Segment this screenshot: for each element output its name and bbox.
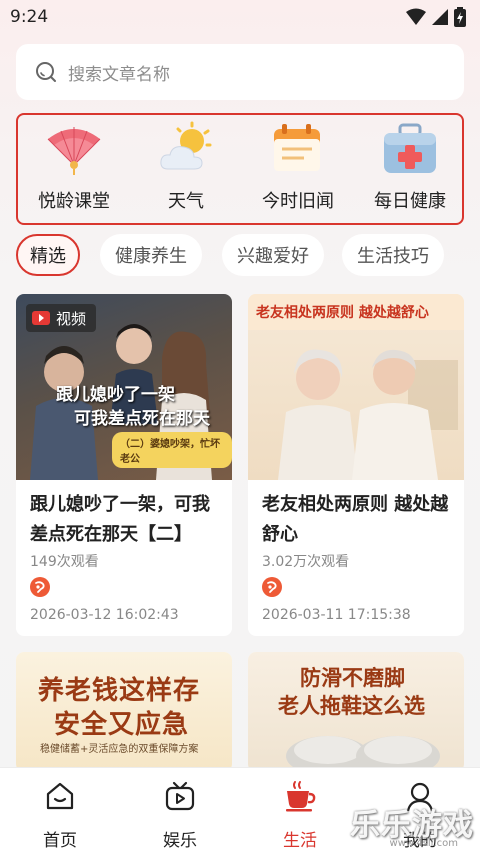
video-badge-label: 视频 (56, 309, 87, 328)
article-view-count: 3.02万次观看 (262, 554, 350, 570)
quick-entry-label: 今时旧闻 (262, 191, 334, 212)
quick-entry-daily-health[interactable]: 每日健康 (354, 115, 466, 223)
search-placeholder: 搜索文章名称 (68, 64, 170, 85)
tv-icon (165, 781, 195, 811)
tab-featured[interactable]: 精选 (16, 234, 80, 276)
article-card[interactable]: 养老钱这样存 安全又应急 稳健储蓄+灵活应急的双重保障方案 (16, 652, 232, 772)
tab-life-tips[interactable]: 生活技巧 (342, 234, 444, 276)
watermark-url: www.4sll.com (389, 838, 458, 849)
quick-entry-panel: 悦龄课堂 天气 今时旧闻 每日健康 (16, 113, 464, 225)
thumbnail-slippers-illustration (286, 736, 440, 772)
search-input[interactable]: 搜索文章名称 (16, 44, 464, 100)
article-thumbnail: 视频 跟儿媳吵了一架 可我差点死在那天 （二）婆媳吵架，忙坏老公 (16, 294, 232, 480)
quick-entry-label: 悦龄课堂 (38, 191, 110, 212)
tab-health[interactable]: 健康养生 (100, 234, 202, 276)
video-badge: 视频 (26, 304, 97, 332)
nav-life[interactable]: 生活 (240, 768, 360, 853)
status-time: 9:24 (10, 7, 49, 27)
article-thumbnail: 老友相处两原则 越处越舒心 (248, 294, 464, 480)
thumbnail-couple-illustration (278, 349, 458, 480)
quick-entry-yueling-class[interactable]: 悦龄课堂 (18, 115, 130, 223)
article-thumbnail: 养老钱这样存 安全又应急 稳健储蓄+灵活应急的双重保障方案 (16, 652, 232, 772)
coffee-cup-icon (286, 781, 316, 812)
search-icon (36, 62, 56, 82)
calendar-icon (274, 124, 320, 171)
weather-icon (160, 121, 212, 170)
quick-entry-label: 天气 (168, 191, 204, 212)
article-title: 跟儿媳吵了一架，可我差点死在那天【二】 (30, 494, 210, 545)
medical-kit-icon (384, 123, 436, 173)
article-card[interactable]: 老友相处两原则 越处越舒心 老友相处两原则 越处越舒心 3.02万次观看 202… (248, 294, 464, 636)
article-title: 老友相处两原则 越处越舒心 (262, 494, 449, 545)
signal-icon (432, 9, 448, 25)
battery-icon (454, 7, 466, 27)
thumbnail-title-line-1: 跟儿媳吵了一架 (56, 385, 175, 405)
source-logo-icon (262, 577, 282, 597)
status-icons (406, 7, 466, 27)
status-bar: 9:24 (0, 0, 480, 34)
thumbnail-title-line-1: 养老钱这样存 (38, 676, 201, 706)
thumbnail-title-line-2: 可我差点死在那天 (74, 409, 210, 429)
thumbnail-caption: 稳健储蓄+灵活应急的双重保障方案 (40, 744, 199, 755)
nav-home[interactable]: 首页 (0, 768, 120, 853)
thumbnail-title-line-2: 安全又应急 (54, 710, 190, 740)
article-timestamp: 2026-03-12 16:02:43 (30, 607, 179, 623)
tab-hobbies[interactable]: 兴趣爱好 (222, 234, 324, 276)
thumbnail-caption: （二）婆媳吵架，忙坏老公 (112, 432, 232, 468)
home-icon (46, 782, 74, 810)
article-timestamp: 2026-03-11 17:15:38 (262, 607, 411, 623)
nav-entertainment[interactable]: 娱乐 (120, 768, 240, 853)
thumbnail-title: 老友相处两原则 越处越舒心 (256, 305, 429, 321)
fan-icon (47, 127, 101, 175)
nav-label: 首页 (43, 831, 77, 851)
article-card[interactable]: 防滑不磨脚 老人拖鞋这么选 (248, 652, 464, 772)
source-logo-icon (30, 577, 50, 597)
thumbnail-title-line-1: 防滑不磨脚 (300, 666, 405, 690)
nav-label: 生活 (283, 831, 317, 851)
quick-entry-weather[interactable]: 天气 (130, 115, 242, 223)
article-card[interactable]: 视频 跟儿媳吵了一架 可我差点死在那天 （二）婆媳吵架，忙坏老公 跟儿媳吵了一架… (16, 294, 232, 636)
quick-entry-news[interactable]: 今时旧闻 (242, 115, 354, 223)
quick-entry-label: 每日健康 (374, 191, 446, 212)
play-icon (32, 311, 50, 325)
article-view-count: 149次观看 (30, 554, 99, 570)
article-thumbnail: 防滑不磨脚 老人拖鞋这么选 (248, 652, 464, 772)
wifi-icon (406, 8, 426, 25)
nav-label: 娱乐 (163, 831, 197, 851)
